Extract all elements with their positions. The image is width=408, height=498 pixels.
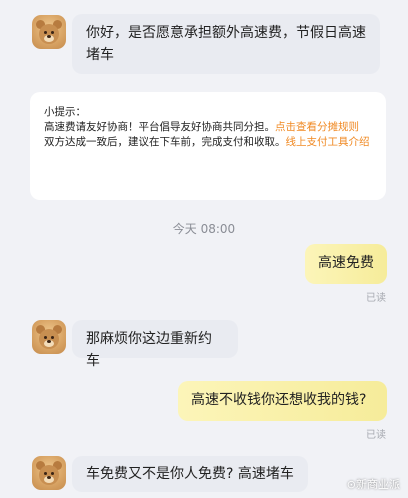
watermark: ⊙新商业派 [346,478,400,491]
message-bubble-driver: 你好，是否愿意承担额外高速费，节假日高速堵车 [72,14,380,74]
message-text: 你好，是否愿意承担额外高速费，节假日高速堵车 [86,25,366,63]
tips-title: 小提示： [44,106,86,118]
message-bubble-driver: 那麻烦你这边重新约车 [72,320,238,369]
payment-tool-link[interactable]: 线上支付工具介绍 [286,136,370,148]
tips-line-2: 双方达成一致后，建议在下车前，完成支付和收取。 [44,136,286,148]
driver-avatar[interactable] [32,320,66,354]
message-bubble-self: 高速不收钱你还想收我的钱? [178,381,387,421]
tips-line-1: 高速费请友好协商！平台倡导友好协商共同分担。 [44,121,275,133]
message-bubble-driver: 车免费又不是你人免费? 高速堵车 [72,456,308,492]
message-text: 车免费又不是你人免费? 高速堵车 [86,466,294,482]
driver-avatar[interactable] [32,15,66,49]
message-text: 高速免费 [318,255,374,271]
message-text: 高速不收钱你还想收我的钱? [191,392,367,408]
message-bubble-self: 高速免费 [305,244,387,284]
driver-avatar[interactable] [32,456,66,490]
tips-card: 小提示： 高速费请友好协商！平台倡导友好协商共同分担。点击查看分摊规则 双方达成… [30,92,386,200]
read-status: 已读 [366,293,386,304]
read-status: 已读 [366,430,386,441]
message-text: 那麻烦你这边重新约车 [86,331,212,369]
split-rules-link[interactable]: 点击查看分摊规则 [275,121,359,133]
timestamp: 今天 08:00 [172,222,236,236]
